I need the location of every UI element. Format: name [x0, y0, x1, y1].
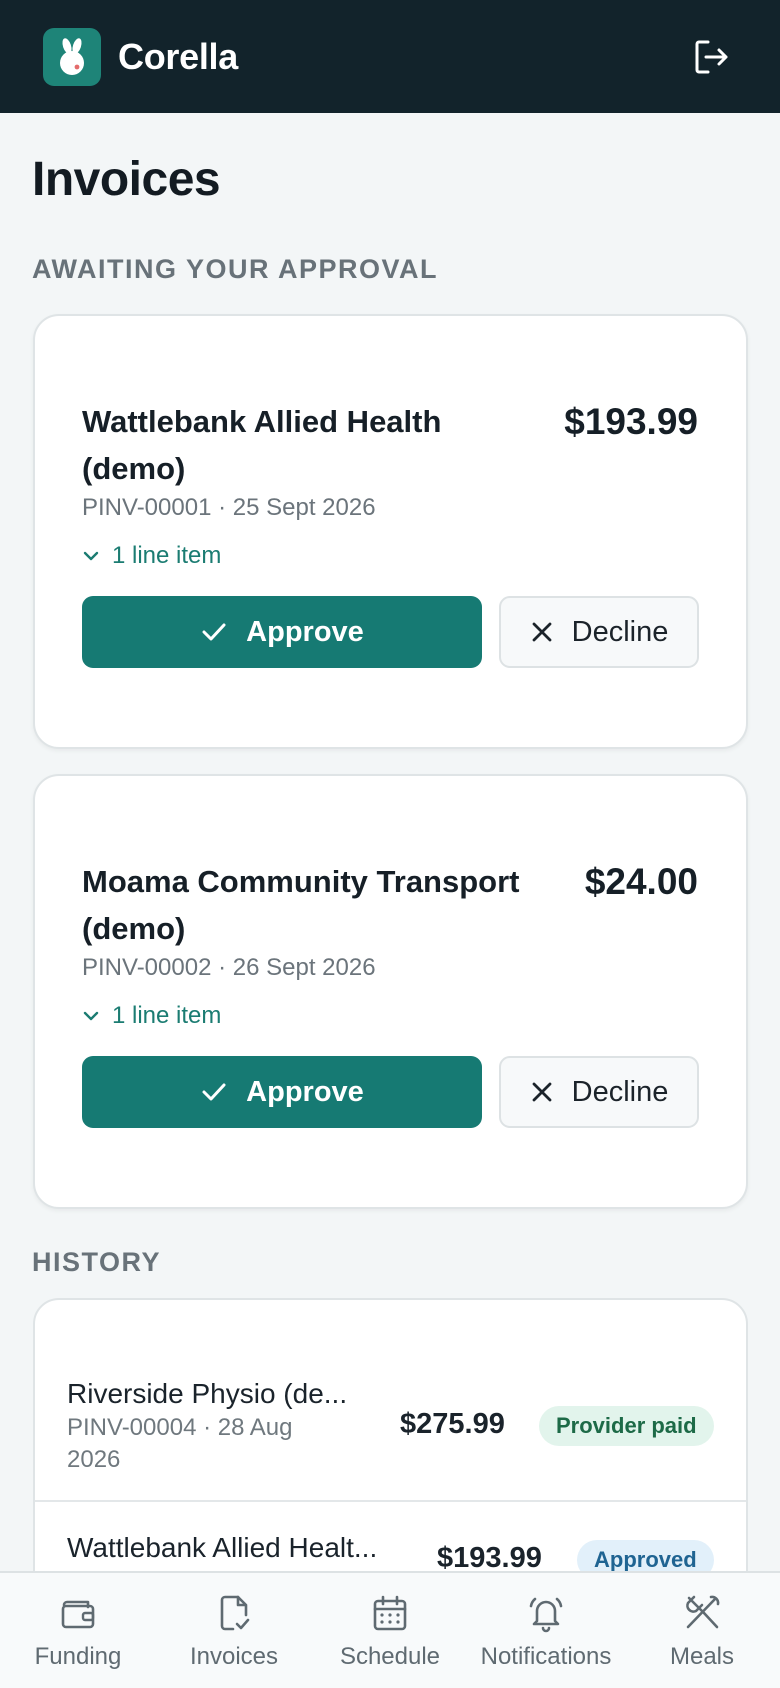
line-items-label: 1 line item — [112, 542, 222, 569]
decline-button[interactable]: Decline — [499, 1056, 699, 1128]
check-icon — [202, 623, 226, 641]
history-heading: HISTORY — [32, 1247, 162, 1277]
approve-button[interactable]: Approve — [82, 596, 482, 668]
chevron-down-icon — [83, 1011, 99, 1021]
nav-item-meals[interactable]: Meals — [624, 1573, 780, 1688]
logout-icon[interactable] — [691, 36, 733, 78]
decline-button[interactable]: Decline — [499, 596, 699, 668]
invoice-amount: $24.00 — [584, 861, 698, 902]
calendar-icon — [373, 1595, 407, 1631]
line-items-toggle[interactable]: 1 line item — [82, 1002, 221, 1030]
document-icon — [220, 1595, 250, 1631]
status-badge: Provider paid — [539, 1406, 714, 1446]
page-title: Invoices — [32, 153, 221, 206]
decline-label: Decline — [571, 615, 669, 648]
nav-label: Invoices — [189, 1643, 279, 1670]
approve-label: Approve — [246, 1075, 364, 1108]
approve-button[interactable]: Approve — [82, 1056, 482, 1128]
invoice-provider-line: (demo) — [82, 451, 186, 486]
approve-label: Approve — [246, 615, 364, 648]
pending-invoice-card: Wattlebank Allied Health (demo) $193.99 … — [33, 314, 748, 749]
pending-invoice-card: Moama Community Transport (demo) $24.00 … — [33, 774, 748, 1209]
close-icon — [532, 622, 552, 642]
invoice-provider-line: Moama Community Transport — [82, 864, 520, 899]
decline-label: Decline — [571, 1075, 669, 1108]
nav-label: Funding — [34, 1643, 122, 1670]
app-header: Corella — [0, 0, 780, 113]
invoice-provider-name: Wattlebank Allied Health (demo) — [82, 398, 441, 492]
invoice-meta: PINV-00002 · 26 Sept 2026 — [82, 954, 376, 981]
awaiting-approval-heading: AWAITING YOUR APPROVAL — [32, 254, 439, 284]
bottom-navigation: Funding Invoices Schedule Notifications — [0, 1571, 780, 1688]
invoice-meta: PINV-00001 · 25 Sept 2026 — [82, 494, 376, 521]
history-provider: Riverside Physio (de... — [67, 1378, 348, 1409]
app-name: Corella — [118, 35, 238, 77]
wallet-icon — [61, 1600, 95, 1629]
nav-item-funding[interactable]: Funding — [0, 1573, 156, 1688]
history-row[interactable]: Riverside Physio (de... PINV-00004 · 28 … — [35, 1300, 746, 1500]
invoice-provider-line: Wattlebank Allied Health — [82, 404, 442, 439]
line-items-label: 1 line item — [112, 1002, 222, 1029]
app-logo — [43, 27, 101, 86]
history-meta: PINV-00004 · 28 Aug 2026 — [67, 1412, 357, 1476]
history-provider: Wattlebank Allied Healt... — [67, 1532, 378, 1563]
close-icon — [532, 1082, 552, 1102]
nav-label: Schedule — [339, 1643, 441, 1670]
history-meta-line: 2026 — [67, 1446, 121, 1473]
history-meta-line: PINV-00004 · 28 Aug — [67, 1414, 293, 1441]
nav-item-invoices[interactable]: Invoices — [156, 1573, 312, 1688]
invoice-amount: $193.99 — [564, 401, 698, 442]
bell-icon — [529, 1597, 563, 1633]
nav-label: Meals — [669, 1643, 735, 1670]
nav-item-schedule[interactable]: Schedule — [312, 1573, 468, 1688]
invoice-provider-line: (demo) — [82, 911, 186, 946]
line-items-toggle[interactable]: 1 line item — [82, 542, 221, 570]
nav-item-notifications[interactable]: Notifications — [468, 1573, 624, 1688]
rabbit-logo-icon — [60, 37, 84, 75]
utensils-icon — [686, 1595, 720, 1629]
chevron-down-icon — [83, 551, 99, 561]
check-icon — [202, 1083, 226, 1101]
history-amount: $275.99 — [400, 1408, 505, 1440]
nav-label: Notifications — [480, 1643, 612, 1670]
invoice-provider-name: Moama Community Transport (demo) — [82, 858, 520, 952]
